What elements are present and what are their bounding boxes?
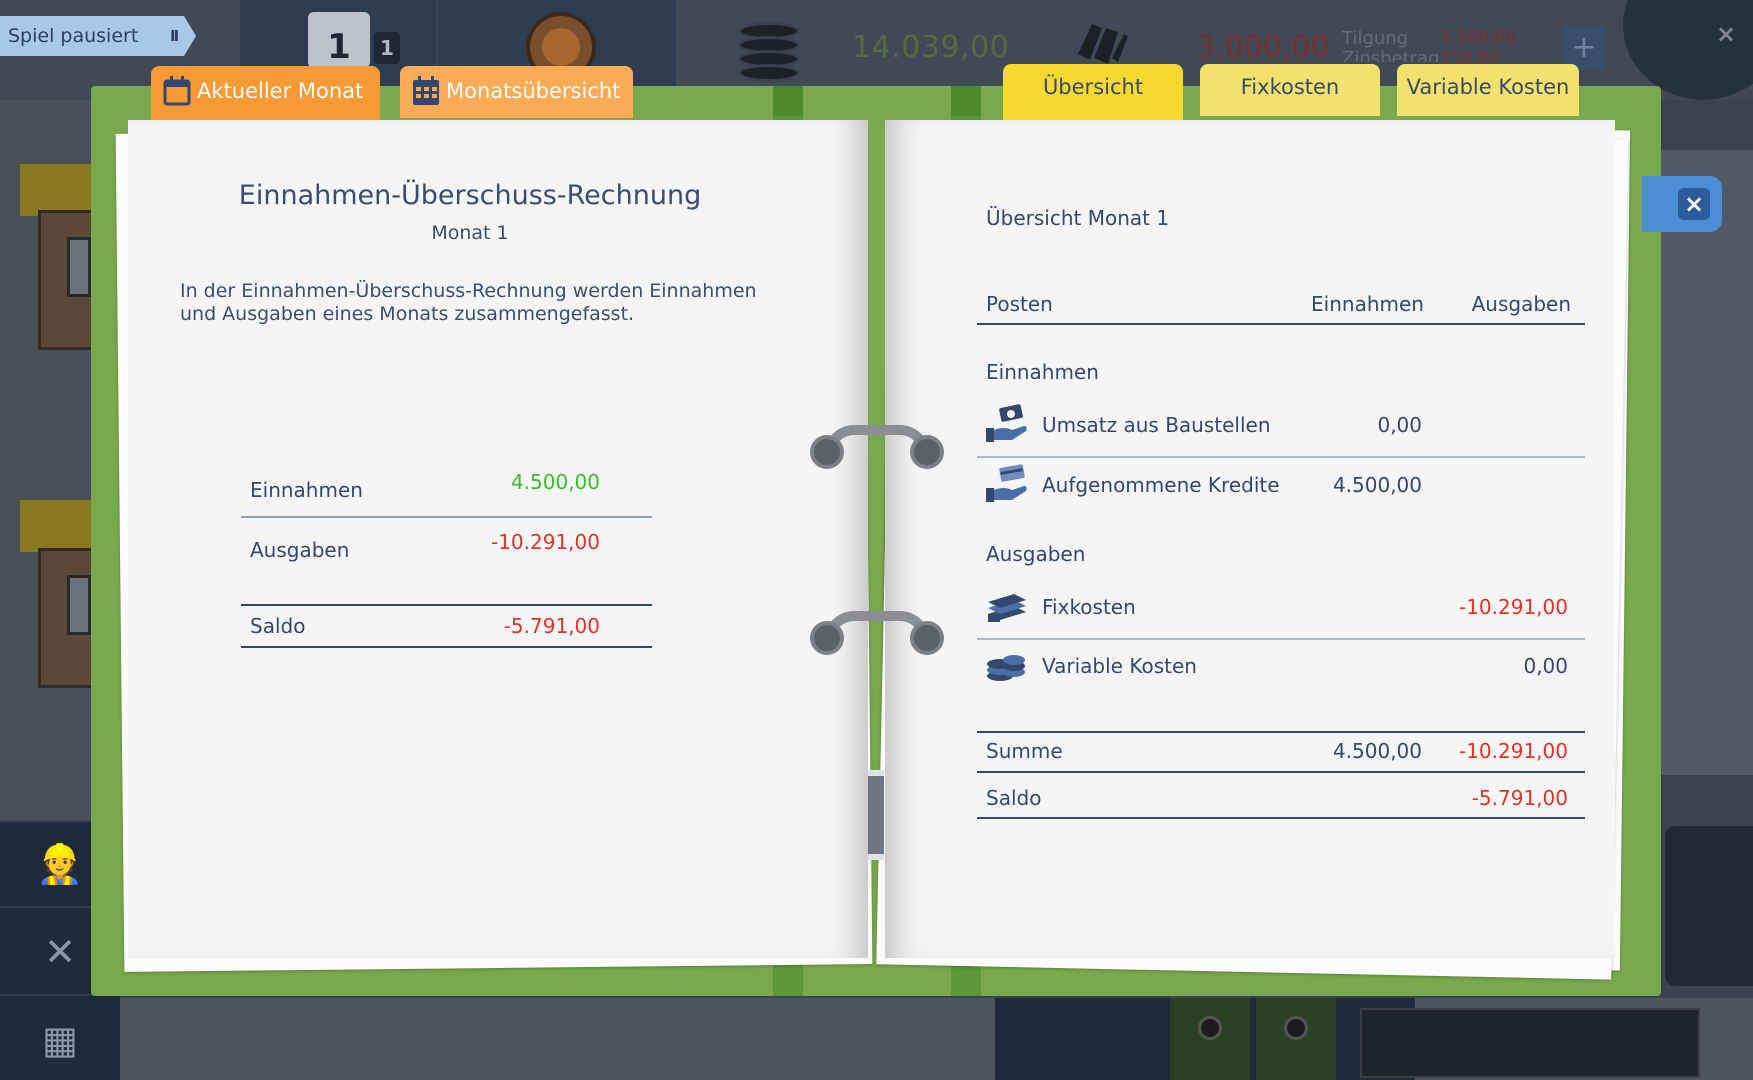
section-expenses: Ausgaben [986,542,1086,566]
section-income: Einnahmen [986,360,1099,384]
row-divider [977,456,1585,458]
binder-ring-icon [1198,1016,1222,1040]
binder-strap-top [951,86,981,116]
scene-window [67,237,91,297]
page-subtitle: Monat 1 [431,222,509,244]
row-loans-income: 4.500,00 [1332,473,1422,497]
sum-expense: -10.291,00 [1458,739,1568,763]
row-loans-label: Aufgenommene Kredite [1042,473,1280,497]
interest-label: Zinsbetrag [1342,48,1440,62]
row-variable-costs-label: Variable Kosten [1042,654,1197,678]
scene-window [67,575,91,635]
tab-current-month-label: Aktueller Monat [197,79,364,103]
binder-spine-band [868,770,884,860]
sum-divider [977,731,1585,733]
calendar-day-icon: 1 1 [308,12,400,68]
account-balance: 14.039,00 [852,30,1010,65]
column-header-expenses: Ausgaben [1471,292,1571,316]
loan-amount: 3.000,00 [1196,30,1330,65]
calendar-day-number: 1 [327,27,351,67]
sum-income: 4.500,00 [1332,739,1422,763]
tab-month-overview[interactable]: Monatsübersicht [400,66,633,118]
game-paused-indicator[interactable]: Spiel pausiert II [0,16,196,56]
coins-stack-icon [984,646,1028,686]
repayment-value: 1.500,00 [1440,28,1516,48]
grid-menu-icon[interactable]: ▦ [0,998,120,1080]
summary-divider [241,604,652,606]
tab-fixed-costs[interactable]: Fixkosten [1200,64,1380,116]
binder-ring [810,425,944,469]
summary-divider [241,646,652,648]
calendar-grid-icon [412,74,440,105]
tab-variable-costs[interactable]: Variable Kosten [1397,64,1579,116]
repayment-label: Tilgung [1342,28,1409,49]
background-close-icon: × [1715,20,1737,48]
hand-money-icon [984,404,1028,444]
right-page [885,120,1615,958]
bottom-right-panel [1360,1008,1700,1078]
overview-title: Übersicht Monat 1 [986,206,1170,230]
hand-card-icon [984,464,1028,504]
row-fixed-costs-label: Fixkosten [1042,595,1136,619]
summary-balance-label: Saldo [250,614,306,638]
header-divider [977,323,1585,325]
balance-divider [977,817,1585,819]
pause-icon: II [170,27,179,45]
summary-expenses-label: Ausgaben [250,538,350,562]
summary-balance-value: -5.791,00 [503,614,600,638]
column-header-item: Posten [986,292,1053,316]
calendar-icon [163,74,191,106]
row-fixed-costs-expense: -10.291,00 [1458,595,1568,619]
money-stack-icon [984,588,1028,628]
coins-icon [738,22,800,82]
sum-label: Summe [986,739,1063,763]
close-icon: × [1678,188,1710,220]
row-variable-costs-expense: 0,00 [1523,654,1568,678]
game-paused-label: Spiel pausiert [8,25,139,47]
tab-month-overview-label: Monatsübersicht [446,79,621,103]
summary-income-value: 4.500,00 [510,470,600,494]
balance-expense: -5.791,00 [1471,786,1568,810]
row-divider [977,638,1585,640]
interest-value: 150,00 [1440,48,1500,62]
page-title: Einnahmen-Überschuss-Rechnung [238,180,702,211]
summary-expenses-value: -10.291,00 [490,530,600,554]
sum-divider [977,771,1585,773]
balance-label: Saldo [986,786,1042,810]
binder-ring [810,611,944,655]
right-dark-panel [1665,826,1753,986]
summary-income-label: Einnahmen [250,478,363,502]
bottom-binder [1170,998,1250,1080]
binder-ring-icon [1284,1016,1308,1040]
binder-strap-top [773,86,803,116]
close-button[interactable]: × [1642,176,1722,232]
calendar-badge: 1 [374,32,400,64]
column-header-income: Einnahmen [1311,292,1424,316]
bottom-binder [1256,998,1336,1080]
page-description: In der Einnahmen-Überschuss-Rechnung wer… [180,280,757,325]
summary-divider [241,516,652,518]
row-sales-income: 0,00 [1377,413,1422,437]
row-sales-label: Umsatz aus Baustellen [1042,413,1271,437]
